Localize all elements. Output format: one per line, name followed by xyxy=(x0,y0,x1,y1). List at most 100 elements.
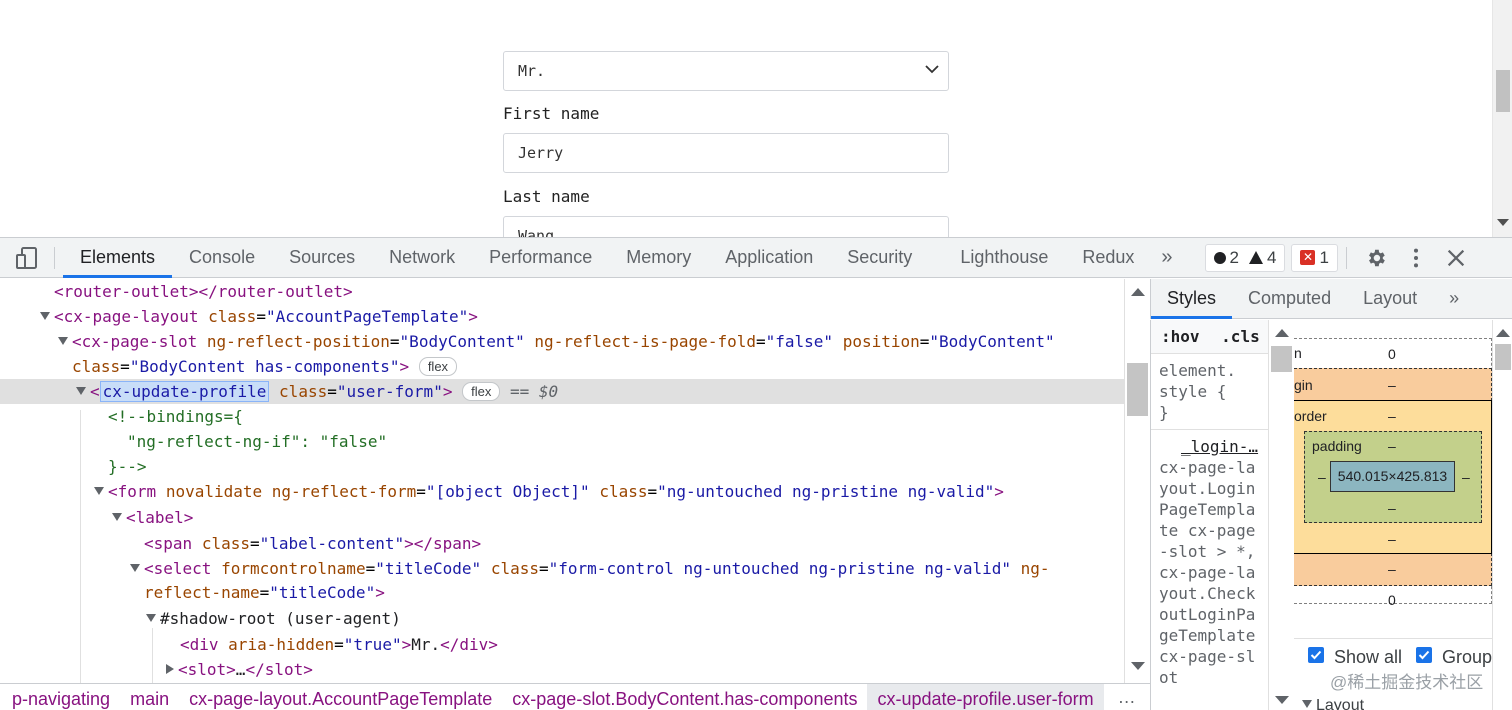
breadcrumb-more[interactable]: … xyxy=(1104,684,1136,710)
page-scroll-down-arrow[interactable] xyxy=(1497,219,1509,226)
scroll-down-arrow[interactable] xyxy=(1275,696,1289,704)
show-all-label[interactable]: Show all xyxy=(1334,647,1402,668)
tag-name-editor[interactable]: cx-update-profile xyxy=(99,381,270,402)
breadcrumb-item[interactable]: main xyxy=(120,684,179,710)
margin-bottom-value[interactable]: – xyxy=(1388,561,1396,577)
collapsed-triangle-icon[interactable] xyxy=(166,664,174,674)
layout-section-header[interactable]: Layout xyxy=(1302,697,1364,710)
dom-tag: > xyxy=(468,307,478,326)
tab-computed[interactable]: Computed xyxy=(1232,279,1347,319)
expand-triangle-icon[interactable] xyxy=(112,513,122,521)
title-select[interactable]: Mr. xyxy=(503,51,949,91)
dom-node-continuation[interactable]: class="BodyContent has-components"> flex xyxy=(0,354,1124,379)
elements-scrollbar[interactable] xyxy=(1124,279,1150,683)
breadcrumb-item-active[interactable]: cx-update-profile.user-form xyxy=(867,684,1104,710)
dom-tag: > xyxy=(442,382,453,401)
scroll-up-arrow[interactable] xyxy=(1496,329,1510,337)
page-scrollbar[interactable] xyxy=(1492,0,1512,237)
comment-text: <!--bindings={ xyxy=(108,407,243,426)
ellipsis[interactable]: … xyxy=(236,660,246,679)
scroll-down-arrow[interactable] xyxy=(1131,662,1145,670)
flex-badge[interactable]: flex xyxy=(418,357,458,376)
dom-node[interactable]: <slot>…</slot> xyxy=(0,657,1124,682)
tab-memory[interactable]: Memory xyxy=(609,238,708,278)
expand-triangle-icon xyxy=(1302,700,1312,708)
breadcrumb-item[interactable]: cx-page-slot.BodyContent.has-components xyxy=(502,684,867,710)
tab-application[interactable]: Application xyxy=(708,238,830,278)
expand-triangle-icon[interactable] xyxy=(58,337,68,345)
close-devtools-button[interactable] xyxy=(1435,238,1475,278)
comment-node[interactable]: <!--bindings={ xyxy=(0,404,1124,429)
scroll-up-arrow[interactable] xyxy=(1275,329,1289,337)
border-top-value[interactable]: – xyxy=(1388,408,1396,424)
expand-triangle-icon[interactable] xyxy=(40,312,50,320)
tab-styles[interactable]: Styles xyxy=(1151,279,1233,319)
last-name-field[interactable]: Wang xyxy=(503,216,949,237)
device-toolbar-toggle[interactable] xyxy=(0,238,54,278)
padding-bottom-value[interactable]: – xyxy=(1388,500,1396,516)
comment-node[interactable]: "ng-reflect-ng-if": "false" xyxy=(0,429,1124,454)
rule-selector: element. xyxy=(1159,361,1237,380)
position-bottom-value[interactable]: 0 xyxy=(1388,592,1396,608)
customize-menu-button[interactable] xyxy=(1395,238,1435,278)
tab-performance[interactable]: Performance xyxy=(472,238,609,278)
shadow-root-node[interactable]: #shadow-root (user-agent) xyxy=(0,606,1124,631)
dom-node[interactable]: <span class="label-content"></span> xyxy=(0,531,1124,556)
margin-top-value[interactable]: – xyxy=(1388,377,1396,393)
scrollbar-thumb[interactable] xyxy=(1495,344,1511,370)
styles-scrollbar[interactable] xyxy=(1268,320,1294,710)
hov-toggle[interactable]: :hov xyxy=(1161,327,1200,346)
tab-security[interactable]: Security xyxy=(830,238,929,278)
dom-node[interactable]: <cx-page-layout class="AccountPageTempla… xyxy=(0,304,1124,329)
first-name-field[interactable]: Jerry xyxy=(503,133,949,173)
dom-node[interactable]: <form novalidate ng-reflect-form="[objec… xyxy=(0,479,1124,504)
box-model-content-size[interactable]: 540.015×425.813 xyxy=(1330,461,1455,492)
elements-tree: <router-outlet></router-outlet> <cx-page… xyxy=(0,279,1124,683)
element-style-rule[interactable]: element. style { } xyxy=(1151,354,1268,429)
flex-badge[interactable]: flex xyxy=(462,382,501,401)
dom-node[interactable]: <div aria-hidden="true">Mr.</div> xyxy=(0,632,1124,657)
sidebar-more-tabs[interactable]: » xyxy=(1433,279,1475,319)
scrollbar-thumb[interactable] xyxy=(1127,363,1148,416)
border-bottom-value[interactable]: – xyxy=(1388,531,1396,547)
computed-scrollbar[interactable] xyxy=(1492,320,1512,710)
dom-node[interactable]: <label> xyxy=(0,505,1124,530)
dom-node[interactable]: <router-outlet></router-outlet> xyxy=(0,279,1124,304)
stylesheet-link[interactable]: _login-… xyxy=(1159,436,1262,457)
tab-sources[interactable]: Sources xyxy=(272,238,372,278)
settings-button[interactable] xyxy=(1355,238,1395,278)
expand-triangle-icon[interactable] xyxy=(146,614,156,622)
cls-toggle[interactable]: .cls xyxy=(1221,327,1260,346)
dom-node-continuation[interactable]: reflect-name="titleCode"> xyxy=(0,580,1124,605)
padding-top-value[interactable]: – xyxy=(1388,438,1396,454)
css-rule[interactable]: _login-… cx-page-layout.LoginPageTemplat… xyxy=(1151,430,1268,694)
dom-node-selected[interactable]: < cx-update-profile class="user-form"> fl… xyxy=(0,379,1124,404)
tab-elements[interactable]: Elements xyxy=(63,238,173,278)
expand-triangle-icon[interactable] xyxy=(76,387,86,395)
tab-layout[interactable]: Layout xyxy=(1347,279,1433,319)
padding-right-value[interactable]: – xyxy=(1462,469,1470,485)
breadcrumb-item[interactable]: cx-page-layout.AccountPageTemplate xyxy=(179,684,502,710)
dom-node[interactable]: <select formcontrolname="titleCode" clas… xyxy=(0,556,1124,581)
position-top-value[interactable]: 0 xyxy=(1388,346,1396,362)
expand-triangle-icon[interactable] xyxy=(94,487,104,495)
more-tabs-button[interactable]: » xyxy=(1151,246,1182,269)
scroll-up-arrow[interactable] xyxy=(1131,288,1145,296)
page-scrollbar-thumb[interactable] xyxy=(1496,70,1510,112)
expand-triangle-icon[interactable] xyxy=(130,564,140,572)
comment-node[interactable]: }--> xyxy=(0,454,1124,479)
tab-console[interactable]: Console xyxy=(172,238,272,278)
breadcrumb-item[interactable]: p-navigating xyxy=(0,684,120,710)
show-all-checkbox[interactable] xyxy=(1308,647,1324,663)
tab-network[interactable]: Network xyxy=(372,238,472,278)
tab-redux[interactable]: Redux xyxy=(1065,238,1151,278)
scrollbar-thumb[interactable] xyxy=(1271,346,1292,372)
console-counter[interactable]: 2 4 xyxy=(1204,243,1286,272)
tab-lighthouse[interactable]: Lighthouse xyxy=(929,238,1065,278)
padding-left-value[interactable]: – xyxy=(1318,469,1326,485)
issues-counter[interactable]: ✕ 1 xyxy=(1291,243,1338,272)
group-label[interactable]: Group xyxy=(1442,647,1492,668)
dom-tag: > xyxy=(375,583,385,602)
group-checkbox[interactable] xyxy=(1416,647,1432,663)
dom-node[interactable]: <cx-page-slot ng-reflect-position="BodyC… xyxy=(0,329,1124,354)
